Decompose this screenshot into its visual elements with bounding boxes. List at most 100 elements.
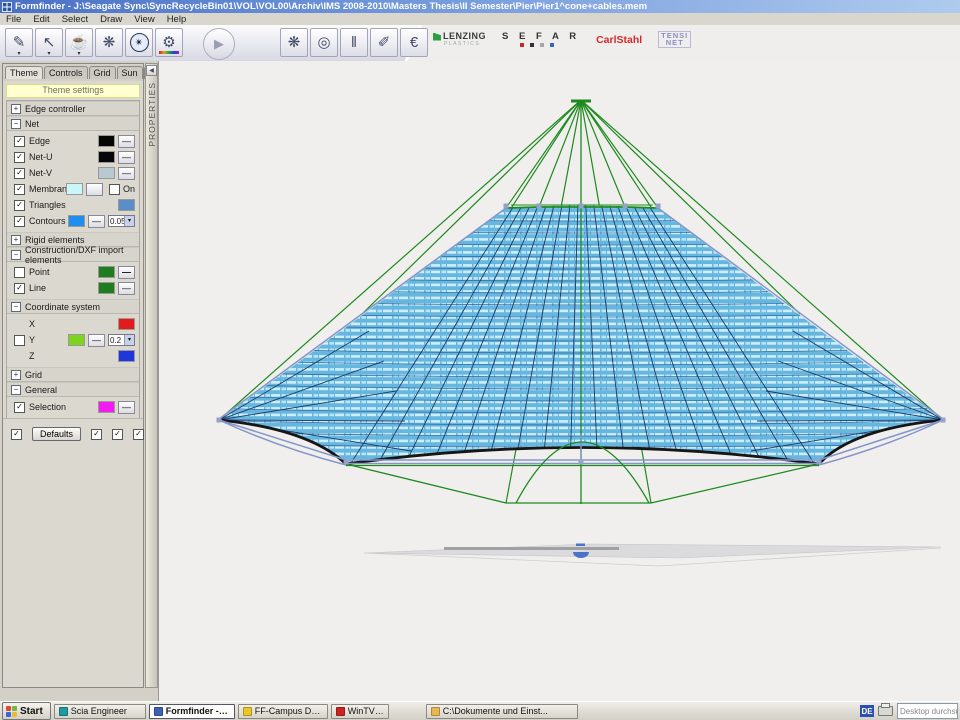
task-icon — [431, 707, 440, 716]
expand-collapse-icon[interactable]: − — [11, 119, 21, 129]
line-style-button[interactable]: — — [118, 151, 135, 164]
y-dropdown[interactable]: 0.2▾ — [108, 334, 135, 346]
camera-button[interactable]: ◎ — [310, 28, 338, 57]
triangles-color-swatch[interactable] — [118, 199, 135, 211]
logo-carlstahl: CarlStahl — [596, 34, 642, 46]
start-button[interactable]: Start — [2, 702, 51, 720]
molecule-button[interactable]: ❋ — [95, 28, 123, 57]
language-indicator[interactable]: DE — [860, 705, 874, 717]
net-v-checkbox[interactable]: ✓ — [14, 168, 25, 179]
menu-select[interactable]: Select — [56, 14, 94, 25]
collapse-panel-arrow-icon[interactable]: ◀ — [146, 65, 157, 76]
tab-grid[interactable]: Grid — [89, 66, 116, 79]
footer-checkbox-0[interactable]: ✓ — [11, 429, 22, 440]
menu-edit[interactable]: Edit — [27, 14, 55, 25]
footer-checkbox-1[interactable]: ✓ — [91, 429, 102, 440]
tab-controls[interactable]: Controls — [44, 66, 88, 79]
cursor-button[interactable]: ↖▾ — [35, 28, 63, 57]
dropdown-value: 0.05 — [109, 217, 124, 226]
membrane-color-swatch[interactable] — [66, 183, 83, 195]
net-u-checkbox[interactable]: ✓ — [14, 152, 25, 163]
fabric-rolls-button[interactable]: ‖ — [340, 28, 368, 57]
molecule-small-icon: ❋ — [288, 35, 301, 50]
chevron-down-icon: ▾ — [124, 216, 134, 226]
point-checkbox[interactable] — [14, 267, 25, 278]
menu-help[interactable]: Help — [161, 14, 193, 25]
defaults-button[interactable]: Defaults — [32, 427, 81, 441]
point-color-swatch[interactable] — [98, 266, 115, 278]
line-style-button[interactable]: — — [88, 215, 105, 228]
tab-theme[interactable]: Theme — [5, 66, 43, 79]
vitruvian-man-button[interactable]: ✴ — [125, 28, 153, 57]
dropdown-arrow-icon[interactable]: ▾ — [17, 50, 20, 57]
dropdown-arrow-icon[interactable]: ▾ — [77, 50, 80, 57]
contours-checkbox[interactable]: ✓ — [14, 216, 25, 227]
expand-collapse-icon[interactable]: + — [11, 104, 21, 114]
task-c-dokumente[interactable]: C:\Dokumente und Einst... — [426, 704, 578, 719]
desktop-search-input[interactable]: Desktop durchsuchen — [897, 703, 958, 719]
line-checkbox[interactable]: ✓ — [14, 283, 25, 294]
molecule-small-button[interactable]: ❋ — [280, 28, 308, 57]
selection-color-swatch[interactable] — [98, 401, 115, 413]
edge-color-swatch[interactable] — [98, 135, 115, 147]
tab-sun[interactable]: Sun — [117, 66, 143, 79]
task-icon — [243, 707, 252, 716]
group-construction-dxf-import-elements[interactable]: −Construction/DXF import elements — [7, 247, 139, 262]
logo-lenzing: LENZINGPLASTICS — [433, 32, 486, 47]
task-ff-campus[interactable]: FF-Campus Dessau Scre... — [238, 704, 328, 719]
row-label: Edge — [29, 136, 98, 146]
task-formfinder[interactable]: Formfinder - J:\Seaga... — [149, 704, 235, 719]
menu-file[interactable]: File — [0, 14, 27, 25]
brush-button[interactable]: ✐ — [370, 28, 398, 57]
gear-rainbow-button[interactable]: ⚙ — [155, 28, 183, 57]
expand-collapse-icon[interactable]: + — [11, 370, 21, 380]
gear-rainbow-icon: ⚙ — [162, 35, 175, 50]
play-button[interactable]: ▶ — [203, 28, 235, 60]
line-style-button[interactable]: — — [118, 266, 135, 279]
line-color-swatch[interactable] — [98, 282, 115, 294]
expand-collapse-icon[interactable]: − — [11, 385, 21, 395]
vitruvian-man-icon: ✴ — [130, 33, 149, 52]
theme-row-contours: ✓Contours—0.05▾ — [7, 213, 139, 229]
group-general[interactable]: −General — [7, 382, 139, 397]
y-checkbox[interactable] — [14, 335, 25, 346]
euro-button[interactable]: € — [400, 28, 428, 57]
paint-bucket-button[interactable]: ☕▾ — [65, 28, 93, 57]
membrane-checkbox[interactable]: ✓ — [14, 184, 25, 195]
line-style-button[interactable]: — — [118, 282, 135, 295]
group-coordinate-system[interactable]: −Coordinate system — [7, 299, 139, 314]
expand-collapse-icon[interactable]: + — [11, 235, 21, 245]
menu-view[interactable]: View — [128, 14, 160, 25]
net-v-color-swatch[interactable] — [98, 167, 115, 179]
menu-draw[interactable]: Draw — [94, 14, 128, 25]
line-style-button[interactable]: — — [118, 135, 135, 148]
expand-collapse-icon[interactable]: − — [11, 302, 21, 312]
triangles-checkbox[interactable]: ✓ — [14, 200, 25, 211]
on-checkbox[interactable] — [109, 184, 120, 195]
line-style-button[interactable]: — — [88, 334, 105, 347]
line-style-button[interactable]: — — [118, 167, 135, 180]
pencil-button[interactable]: ✎▾ — [5, 28, 33, 57]
task-icon — [59, 707, 68, 716]
task-scia[interactable]: Scia Engineer — [54, 704, 146, 719]
y-color-swatch[interactable] — [68, 334, 85, 346]
dropdown-arrow-icon[interactable]: ▾ — [47, 50, 50, 57]
group-net[interactable]: −Net — [7, 116, 139, 131]
selection-checkbox[interactable]: ✓ — [14, 402, 25, 413]
line-style-button[interactable] — [86, 183, 103, 196]
contours-dropdown[interactable]: 0.05▾ — [108, 215, 135, 227]
group-grid[interactable]: +Grid — [7, 367, 139, 382]
net-u-color-swatch[interactable] — [98, 151, 115, 163]
task-wintv32[interactable]: WinTV32 — [331, 704, 389, 719]
group-edge-controller[interactable]: +Edge controller — [7, 101, 139, 116]
edge-checkbox[interactable]: ✓ — [14, 136, 25, 147]
line-style-button[interactable]: — — [118, 401, 135, 414]
z-color-swatch[interactable] — [118, 350, 135, 362]
viewport[interactable] — [158, 61, 960, 701]
footer-checkbox-3[interactable]: ✓ — [133, 429, 144, 440]
contours-color-swatch[interactable] — [68, 215, 85, 227]
x-color-swatch[interactable] — [118, 318, 135, 330]
expand-collapse-icon[interactable]: − — [11, 250, 21, 260]
printer-icon[interactable] — [878, 706, 893, 716]
footer-checkbox-2[interactable]: ✓ — [112, 429, 123, 440]
